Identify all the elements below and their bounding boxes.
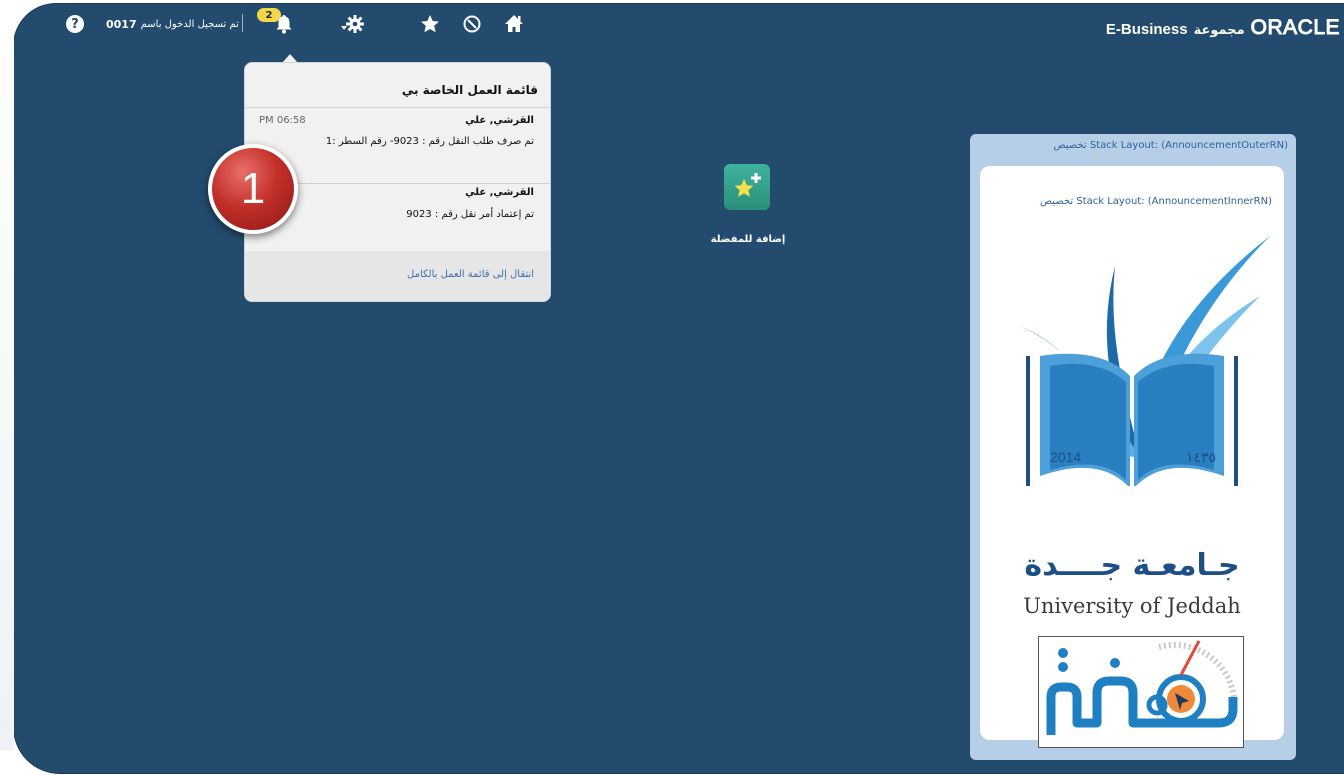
full-worklist-link[interactable]: انتقال إلى قائمة العمل بالكامل [407, 269, 534, 280]
worklist-title: قائمة العمل الخاصة بي [401, 83, 538, 97]
university-name-arabic: جـامعـة جــــدة [1024, 548, 1240, 583]
university-logo-book [1020, 236, 1270, 486]
item-subject[interactable]: تم إعتماد أمر نقل رقم : 9023 [406, 209, 534, 220]
bell-icon[interactable] [276, 14, 292, 39]
navigator-icon[interactable] [462, 14, 482, 38]
outer-personalize-link[interactable]: Stack Layout: (AnnouncementOuterRN) تخصي… [1053, 140, 1288, 151]
kafaa-logo [1038, 636, 1244, 748]
star-plus-icon [734, 173, 761, 197]
add-favorite-button[interactable] [724, 164, 770, 210]
settings-icon[interactable] [340, 14, 366, 40]
logged-in-label: تم تسجيل الدخول باسم [140, 19, 239, 30]
step-marker: 1 [208, 144, 298, 234]
add-favorite-label: إضافة للمفضلة [710, 234, 786, 245]
year-hijri: ١٤٣٥ [1186, 449, 1217, 465]
item-time: PM 06:58 [259, 115, 306, 126]
username: 0017 [106, 18, 137, 31]
app-frame: ? تم تسجيل الدخول باسم 0017 2 E-Business… [14, 4, 1344, 773]
oracle-brand: E-Business مجموعة ORACLE [1106, 16, 1340, 40]
favorites-icon[interactable] [420, 14, 440, 38]
suite-name: E-Business [1105, 21, 1188, 38]
divider [245, 107, 550, 108]
login-info: تم تسجيل الدخول باسم 0017 [106, 18, 239, 31]
announcement-outer-region: Stack Layout: (AnnouncementOuterRN) تخصي… [970, 134, 1296, 760]
separator [242, 14, 243, 32]
university-name-english: University of Jeddah [1023, 594, 1241, 618]
item-sender: القرشي, علي [465, 187, 534, 198]
inner-personalize-link[interactable]: Stack Layout: (AnnouncementInnerRN) تخصي… [1040, 196, 1272, 207]
group-label: مجموعة [1193, 23, 1245, 38]
header-bar: ? تم تسجيل الدخول باسم 0017 2 E-Business… [14, 4, 1344, 44]
home-icon[interactable] [504, 14, 524, 38]
item-sender: القرشي, علي [465, 115, 534, 126]
oracle-logo: ORACLE [1250, 16, 1340, 40]
kafaa-logo-graphic [1046, 640, 1238, 735]
left-edge [0, 30, 14, 750]
announcement-inner-region: Stack Layout: (AnnouncementInnerRN) تخصي… [980, 166, 1284, 748]
year-gregorian: 2014 [1050, 449, 1082, 465]
help-icon[interactable]: ? [66, 15, 84, 33]
item-subject[interactable]: تم صرف طلب النقل رقم : 9023- رقم السطر :… [326, 136, 534, 147]
popup-footer: انتقال إلى قائمة العمل بالكامل [245, 251, 550, 301]
